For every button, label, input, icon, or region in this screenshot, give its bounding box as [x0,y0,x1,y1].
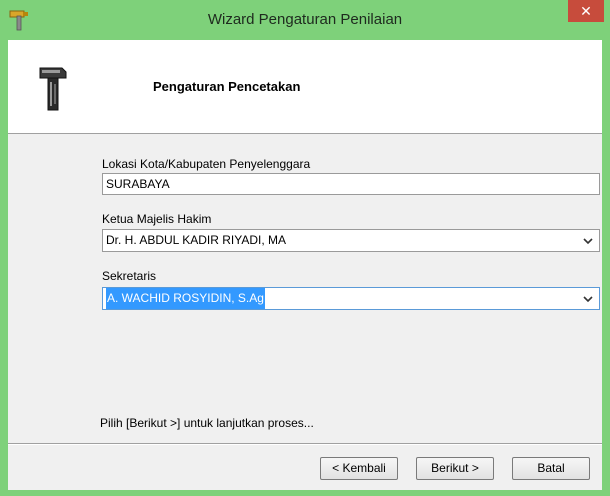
close-icon: ✕ [580,3,592,19]
lokasi-label: Lokasi Kota/Kabupaten Penyelenggara [102,157,311,171]
hint-text: Pilih [Berikut >] untuk lanjutkan proses… [100,416,314,430]
wizard-window: Wizard Pengaturan Penilaian ✕ Pengaturan… [0,0,610,496]
window-title: Wizard Pengaturan Penilaian [207,11,403,28]
sekretaris-label: Sekretaris [102,269,157,283]
cancel-button[interactable]: Batal [512,457,590,480]
footer-divider [8,443,602,445]
page-title: Pengaturan Pencetakan [153,79,301,94]
wizard-body: Pengaturan Pencetakan Lokasi Kota/Kabupa… [8,40,602,490]
wizard-header: Pengaturan Pencetakan [8,40,602,134]
sekretaris-select[interactable]: A. WACHID ROSYIDIN, S.Ag [102,287,600,310]
title-bar[interactable]: Wizard Pengaturan Penilaian ✕ [0,0,610,40]
lokasi-input[interactable]: SURABAYA [102,173,600,195]
hammer-icon [39,67,67,111]
chevron-down-icon[interactable] [583,294,593,304]
back-button[interactable]: < Kembali [320,457,398,480]
ketua-label: Ketua Majelis Hakim [102,212,212,226]
sekretaris-select-value: A. WACHID ROSYIDIN, S.Ag [106,288,265,309]
next-button[interactable]: Berikut > [416,457,494,480]
close-button[interactable]: ✕ [568,0,604,22]
chevron-down-icon[interactable] [583,236,593,246]
ketua-select[interactable]: Dr. H. ABDUL KADIR RIYADI, MA [102,229,600,252]
ketua-select-value: Dr. H. ABDUL KADIR RIYADI, MA [106,233,287,247]
